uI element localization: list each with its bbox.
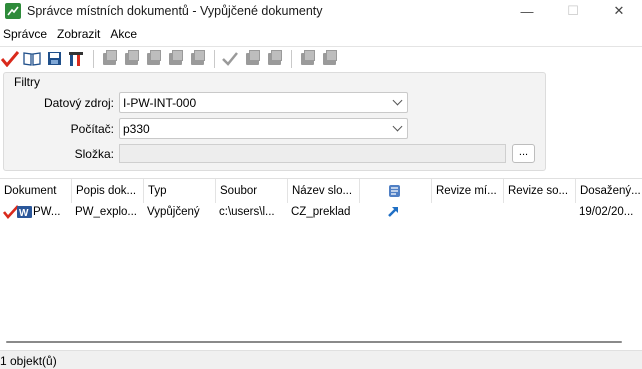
save-icon[interactable] <box>44 49 64 69</box>
update-icon[interactable] <box>264 49 284 69</box>
import-icon[interactable] <box>165 49 185 69</box>
column-header-soubor[interactable]: Soubor <box>215 179 287 203</box>
open-book-icon[interactable] <box>22 49 42 69</box>
check-in-icon[interactable] <box>0 49 20 69</box>
cell-revision-server <box>503 202 575 222</box>
filters-title: Filtry <box>14 75 40 89</box>
approve-icon[interactable] <box>220 49 240 69</box>
toolbar-separator <box>93 49 94 68</box>
close-button[interactable]: ✕ <box>596 0 642 22</box>
merge-icon[interactable] <box>297 49 317 69</box>
cell-status <box>359 202 431 222</box>
cell-description: PW_explo... <box>75 206 137 218</box>
filters-group: Filtry Datový zdroj: I-PW-INT-000 Počíta… <box>3 72 546 171</box>
export-icon[interactable] <box>143 49 163 69</box>
cell-document: W PW... <box>0 202 71 222</box>
folder-row: Složka: ... <box>4 144 535 163</box>
copy-out-icon[interactable] <box>99 49 119 69</box>
window-title: Správce místních dokumentů - Vypůjčené d… <box>27 4 323 18</box>
status-text: 1 objekt(ů) <box>0 354 57 368</box>
scrollbar-thumb[interactable] <box>6 341 622 343</box>
toolbar-separator <box>291 49 292 68</box>
column-header-dokument[interactable]: Dokument <box>0 179 71 203</box>
menu-bar: Správce Zobrazit Akce <box>0 24 642 44</box>
chevron-down-icon <box>392 121 403 132</box>
computer-label: Počítač: <box>70 121 114 136</box>
documents-table: Dokument Popis dok... Typ Soubor Název s… <box>0 178 642 334</box>
datasource-value: I-PW-INT-000 <box>123 95 197 110</box>
status-column-icon <box>389 185 400 197</box>
maximize-button[interactable]: ☐ <box>550 0 596 22</box>
column-header-revize-mistni[interactable]: Revize mí... <box>431 179 503 203</box>
horizontal-scrollbar[interactable] <box>0 336 642 348</box>
svg-text:W: W <box>19 208 29 219</box>
menu-akce[interactable]: Akce <box>107 27 144 41</box>
cell-folder: CZ_preklad <box>291 206 351 218</box>
menu-zobrazit[interactable]: Zobrazit <box>54 27 107 41</box>
column-header-status[interactable] <box>359 179 431 203</box>
arrow-up-right-icon <box>388 207 398 217</box>
cell-reached: 19/02/20... <box>579 206 634 218</box>
free-icon[interactable] <box>121 49 141 69</box>
datasource-combo[interactable]: I-PW-INT-000 <box>119 92 408 113</box>
folder-field[interactable] <box>119 144 506 163</box>
cell-file: c:\users\l... <box>219 206 275 218</box>
cell-revision-local <box>431 202 503 222</box>
column-header-dosazeny[interactable]: Dosažený... <box>575 179 642 203</box>
column-header-popis[interactable]: Popis dok... <box>71 179 143 203</box>
status-bar: 1 objekt(ů) <box>0 350 642 369</box>
settings-icon[interactable] <box>319 49 339 69</box>
menu-spravce[interactable]: Správce <box>0 27 54 41</box>
purge-icon[interactable] <box>187 49 207 69</box>
refresh-icon[interactable] <box>242 49 262 69</box>
minimize-button[interactable]: — <box>504 0 550 22</box>
toolbar-separator <box>214 49 215 68</box>
computer-combo[interactable]: p330 <box>119 118 408 139</box>
folder-label: Složka: <box>74 146 114 161</box>
datasource-row: Datový zdroj: I-PW-INT-000 <box>4 92 408 113</box>
cell-type: Vypůjčený <box>147 206 200 218</box>
document-name: PW... <box>33 206 61 218</box>
chevron-down-icon <box>392 95 403 106</box>
title-bar: Správce místních dokumentů - Vypůjčené d… <box>0 0 642 22</box>
computer-value: p330 <box>123 121 150 136</box>
datasource-label: Datový zdroj: <box>43 95 114 110</box>
tools-icon[interactable] <box>66 49 86 69</box>
table-row[interactable]: W PW... PW_explo... Vypůjčený c:\users\l.… <box>0 202 642 222</box>
table-header: Dokument Popis dok... Typ Soubor Název s… <box>0 178 642 203</box>
column-header-nazev[interactable]: Název slo... <box>287 179 359 203</box>
column-header-typ[interactable]: Typ <box>143 179 215 203</box>
app-icon <box>5 3 21 19</box>
browse-button[interactable]: ... <box>512 144 535 163</box>
computer-row: Počítač: p330 <box>4 118 408 139</box>
word-document-icon: W <box>17 206 32 219</box>
toolbar <box>0 46 642 70</box>
column-header-revize-server[interactable]: Revize so... <box>503 179 575 203</box>
